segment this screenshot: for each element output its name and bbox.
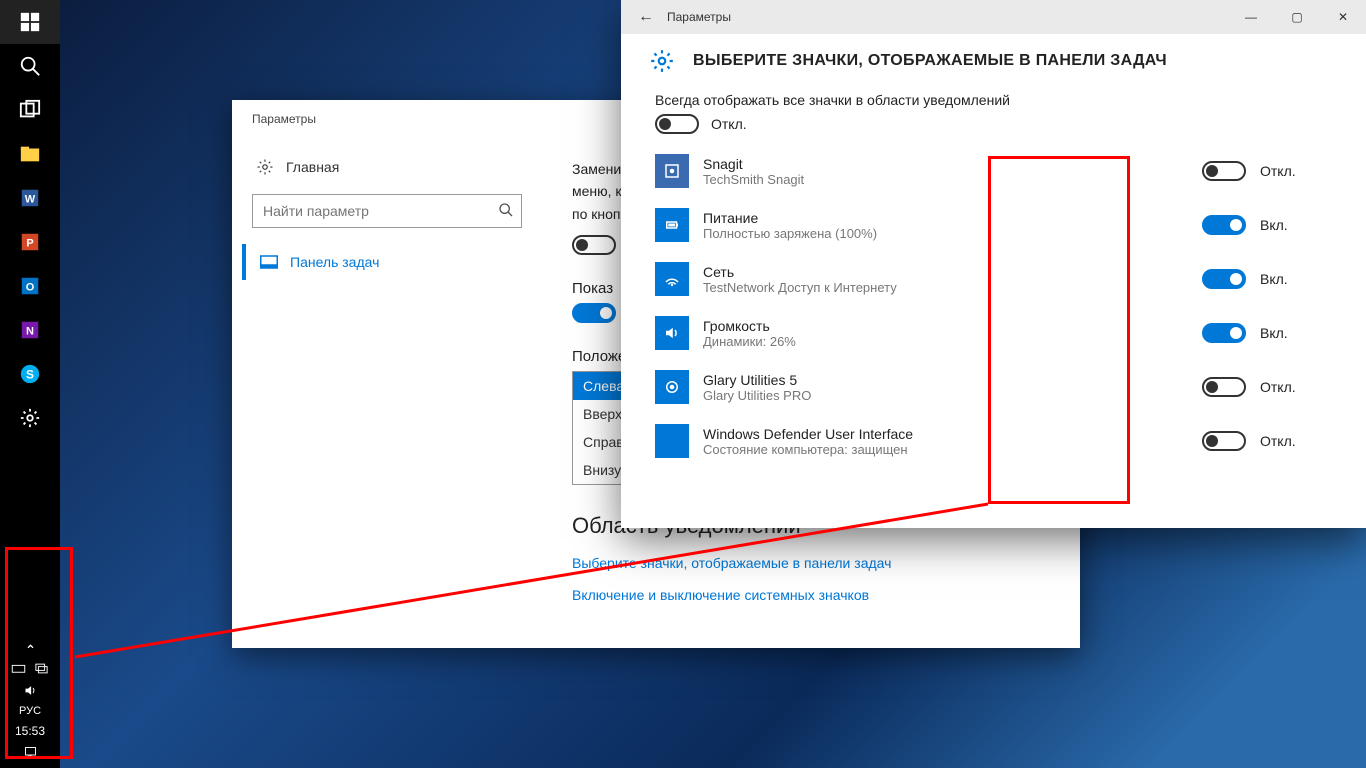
svg-text:S: S (26, 368, 34, 382)
defender-icon (655, 424, 689, 458)
toggle-replace[interactable] (572, 235, 616, 255)
toggle-show[interactable] (572, 303, 616, 323)
close-button[interactable]: ✕ (1320, 0, 1366, 34)
volume-tray-icon[interactable] (23, 683, 38, 698)
toggle-volume[interactable] (1202, 323, 1246, 343)
gear-icon (649, 48, 675, 74)
nav-home[interactable]: Главная (242, 148, 532, 186)
taskbar-nav-icon (260, 255, 278, 269)
glary-icon (655, 370, 689, 404)
network-icon (655, 262, 689, 296)
minimize-button[interactable]: — (1228, 0, 1274, 34)
list-item: ПитаниеПолностью заряжена (100%) Вкл. (655, 198, 1332, 252)
app-sub: Полностью заряжена (100%) (703, 226, 1188, 241)
search-input[interactable] (252, 194, 522, 228)
toggle-glary[interactable] (1202, 377, 1246, 397)
svg-text:O: O (26, 282, 35, 294)
network-tray-icon[interactable] (34, 661, 49, 676)
word-icon[interactable]: W (0, 176, 60, 220)
system-tray: РУС 15:53 (0, 631, 60, 768)
link-select-icons[interactable]: Выберите значки, отображаемые в панели з… (572, 555, 1050, 571)
tray-overflow-icon[interactable] (23, 639, 38, 654)
master-toggle-label: Всегда отображать все значки в области у… (655, 92, 1332, 108)
powerpoint-icon[interactable]: P (0, 220, 60, 264)
link-system-icons[interactable]: Включение и выключение системных значков (572, 587, 1050, 603)
app-name: Snagit (703, 156, 1188, 172)
page-header: ВЫБЕРИТЕ ЗНАЧКИ, ОТОБРАЖАЕМЫЕ В ПАНЕЛИ З… (621, 34, 1366, 88)
app-name: Windows Defender User Interface (703, 426, 1188, 442)
clock[interactable]: 15:53 (15, 724, 45, 738)
power-icon (655, 208, 689, 242)
nav-taskbar-label: Панель задач (290, 254, 379, 270)
list-item: Glary Utilities 5Glary Utilities PRO Отк… (655, 360, 1332, 414)
toggle-power[interactable] (1202, 215, 1246, 235)
keyboard-icon[interactable] (11, 661, 26, 676)
search-icon (498, 202, 514, 218)
app-name: Glary Utilities 5 (703, 372, 1188, 388)
list-item: SnagitTechSmith Snagit Откл. (655, 144, 1332, 198)
master-toggle-state: Откл. (711, 116, 747, 132)
list-item: Windows Defender User InterfaceСостояние… (655, 414, 1332, 468)
app-sub: Состояние компьютера: защищен (703, 442, 1188, 457)
skype-icon[interactable]: S (0, 352, 60, 396)
snagit-icon (655, 154, 689, 188)
language-indicator[interactable]: РУС (19, 705, 41, 717)
gear-icon (256, 158, 274, 176)
app-sub: TechSmith Snagit (703, 172, 1188, 187)
task-view-icon[interactable] (0, 88, 60, 132)
settings-icon[interactable] (0, 396, 60, 440)
app-sub: Glary Utilities PRO (703, 388, 1188, 403)
titlebar: ← Параметры — ▢ ✕ (621, 0, 1366, 34)
search-icon[interactable] (0, 44, 60, 88)
action-center-icon[interactable] (23, 745, 38, 760)
svg-text:P: P (26, 238, 33, 250)
master-toggle[interactable] (655, 114, 699, 134)
app-name: Громкость (703, 318, 1188, 334)
settings-sidebar: Главная Панель задач (232, 138, 542, 648)
svg-text:N: N (26, 326, 34, 338)
toggle-snagit[interactable] (1202, 161, 1246, 181)
volume-icon (655, 316, 689, 350)
toggle-network[interactable] (1202, 269, 1246, 289)
list-item: ГромкостьДинамики: 26% Вкл. (655, 306, 1332, 360)
app-name: Сеть (703, 264, 1188, 280)
app-name: Питание (703, 210, 1188, 226)
nav-taskbar[interactable]: Панель задач (242, 244, 532, 280)
svg-text:W: W (25, 194, 36, 206)
outlook-icon[interactable]: O (0, 264, 60, 308)
toggle-defender[interactable] (1202, 431, 1246, 451)
start-button[interactable] (0, 0, 60, 44)
app-sub: TestNetwork Доступ к Интернету (703, 280, 1188, 295)
nav-home-label: Главная (286, 159, 339, 175)
icon-list: SnagitTechSmith Snagit Откл. ПитаниеПолн… (655, 144, 1332, 468)
window-title-text: Параметры (661, 10, 1228, 24)
taskbar: W P O N S РУС 15:53 (0, 0, 60, 768)
page-heading: ВЫБЕРИТЕ ЗНАЧКИ, ОТОБРАЖАЕМЫЕ В ПАНЕЛИ З… (693, 52, 1167, 70)
back-button[interactable]: ← (631, 8, 661, 26)
app-sub: Динамики: 26% (703, 334, 1188, 349)
list-item: СетьTestNetwork Доступ к Интернету Вкл. (655, 252, 1332, 306)
maximize-button[interactable]: ▢ (1274, 0, 1320, 34)
onenote-icon[interactable]: N (0, 308, 60, 352)
settings-window-icons: ← Параметры — ▢ ✕ ВЫБЕРИТЕ ЗНАЧКИ, ОТОБР… (621, 0, 1366, 528)
explorer-icon[interactable] (0, 132, 60, 176)
search-box (252, 194, 522, 228)
